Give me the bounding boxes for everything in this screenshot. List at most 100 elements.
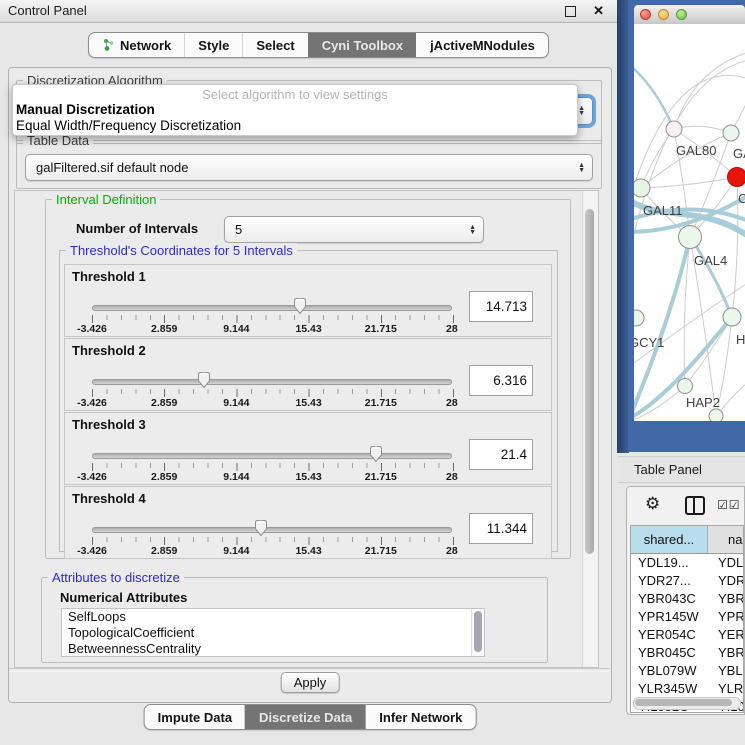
- threshold-slider[interactable]: -3.4262.8599.14415.4321.71528: [92, 515, 452, 558]
- slider-major-ticks: [92, 315, 454, 323]
- table-cell[interactable]: YPR1: [708, 608, 744, 626]
- table-cell[interactable]: YDL19...: [631, 554, 708, 572]
- attribute-list-item[interactable]: TopologicalCoefficient: [62, 625, 484, 641]
- node-label: H: [736, 332, 745, 347]
- algorithm-dropdown-popup: Select algorithm to view settings Manual…: [12, 84, 578, 136]
- table-cell[interactable]: YBR043C: [631, 590, 708, 608]
- table-cell[interactable]: YBL0: [708, 662, 744, 680]
- interval-definition-title: Interval Definition: [52, 192, 160, 207]
- slider-track[interactable]: [92, 305, 452, 311]
- network-view[interactable]: GAL80 GA C GAL11 GAL4 GCY1 H HAP2: [634, 24, 745, 421]
- checkbox-icons[interactable]: ☑☑: [717, 498, 741, 512]
- tick-label: 9.144: [223, 323, 249, 335]
- combo-spinner-icon: ▲▼: [578, 98, 585, 124]
- list-scrollbar[interactable]: [471, 609, 484, 656]
- gear-icon[interactable]: ⚙: [645, 494, 660, 514]
- table-cell[interactable]: YBL079W: [631, 662, 708, 680]
- tick-label: 21.715: [365, 397, 397, 409]
- table-cell[interactable]: YDR27...: [631, 572, 708, 590]
- numerical-attributes-list: SelfLoops TopologicalCoefficient Between…: [61, 608, 485, 657]
- attribute-list-item[interactable]: SelfLoops: [62, 609, 484, 625]
- list-scrollbar-thumb[interactable]: [474, 611, 482, 652]
- combo-spinner-icon: ▲▼: [469, 217, 476, 242]
- tick-label: 2.859: [151, 323, 177, 335]
- network-window-titlebar[interactable]: [634, 5, 745, 25]
- table-data-combo[interactable]: galFiltered.sif default node ▲▼: [25, 154, 593, 181]
- attribute-list-item[interactable]: BetweennessCentrality: [62, 641, 484, 657]
- table-cell[interactable]: YER054C: [631, 626, 708, 644]
- table-cell[interactable]: YLR345W: [631, 680, 708, 698]
- table-row[interactable]: YBR043C YBR0: [631, 590, 744, 608]
- table-row[interactable]: YER054C YER0: [631, 626, 744, 644]
- panel-scrollbar[interactable]: [582, 191, 598, 667]
- table-cell[interactable]: YPR145W: [631, 608, 708, 626]
- tab-label: Select: [256, 38, 294, 53]
- tab[interactable]: Select: [242, 33, 307, 57]
- table-row[interactable]: YDR27... YDR2: [631, 572, 744, 590]
- slider-track[interactable]: [92, 453, 452, 459]
- slider-track[interactable]: [92, 527, 452, 533]
- node-ga[interactable]: [723, 125, 739, 141]
- table-cell[interactable]: YBR045C: [631, 644, 708, 662]
- node-gal11[interactable]: [634, 179, 650, 197]
- node-hap2[interactable]: [678, 379, 693, 394]
- threshold-slider[interactable]: -3.4262.8599.14415.4321.71528: [92, 441, 452, 484]
- table-cell[interactable]: YBR0: [708, 590, 744, 608]
- table-cell[interactable]: YBR0: [708, 644, 744, 662]
- node-h[interactable]: [723, 308, 741, 326]
- network-graph[interactable]: GAL80 GA C GAL11 GAL4 GCY1 H HAP2: [634, 24, 745, 421]
- minimize-window-button[interactable]: [658, 9, 669, 20]
- settings-scroll-area: Interval Definition Number of Intervals …: [14, 190, 599, 668]
- tab[interactable]: Discretize Data: [245, 705, 365, 729]
- table-cell[interactable]: YDR2: [708, 572, 744, 590]
- threshold-value-field[interactable]: [469, 365, 533, 396]
- column-header-name[interactable]: na: [708, 526, 744, 554]
- slider-thumb[interactable]: [196, 370, 212, 389]
- close-window-button[interactable]: [640, 9, 651, 20]
- number-of-intervals-combo[interactable]: 5 ▲▼: [224, 216, 484, 243]
- tab[interactable]: Impute Data: [145, 705, 245, 729]
- table-hscrollbar[interactable]: [633, 697, 741, 710]
- dropdown-placeholder: Select algorithm to view settings: [13, 87, 577, 102]
- table-cell[interactable]: YDL1: [708, 554, 744, 572]
- table-cell[interactable]: YLR3: [708, 680, 744, 698]
- float-window-icon[interactable]: [565, 6, 576, 17]
- node-gcy1[interactable]: [634, 310, 644, 326]
- tab-label: jActiveMNodules: [430, 38, 535, 53]
- slider-thumb[interactable]: [253, 518, 269, 537]
- close-panel-icon[interactable]: ✕: [593, 0, 604, 22]
- node-gal4[interactable]: [679, 226, 702, 249]
- split-view-icon[interactable]: [685, 496, 705, 515]
- table-cell[interactable]: YER0: [708, 626, 744, 644]
- table-row[interactable]: YBR045C YBR0: [631, 644, 744, 662]
- tab[interactable]: jActiveMNodules: [416, 33, 548, 57]
- apply-button[interactable]: Apply: [281, 672, 340, 693]
- tab[interactable]: Infer Network: [365, 705, 475, 729]
- slider-track[interactable]: [92, 379, 452, 385]
- table-row[interactable]: YLR345W YLR3: [631, 680, 744, 698]
- node-bottom[interactable]: [709, 409, 723, 421]
- threshold-value-field[interactable]: [469, 439, 533, 470]
- node-selected-red[interactable]: [728, 168, 745, 187]
- slider-thumb[interactable]: [292, 296, 308, 315]
- node-gal80[interactable]: [666, 121, 682, 137]
- threshold-value-field[interactable]: [469, 291, 533, 322]
- slider-thumb[interactable]: [368, 444, 384, 463]
- table-row[interactable]: YBL079W YBL0: [631, 662, 744, 680]
- attributes-group-title: Attributes to discretize: [48, 570, 184, 585]
- table-row[interactable]: YPR145W YPR1: [631, 608, 744, 626]
- panel-scrollbar-thumb[interactable]: [585, 209, 594, 554]
- column-header-shared-name[interactable]: shared...: [631, 526, 708, 554]
- threshold-value-field[interactable]: [469, 513, 533, 544]
- table-hscrollbar-thumb[interactable]: [635, 699, 732, 706]
- table-row[interactable]: YDL19... YDL1: [631, 554, 744, 572]
- zoom-window-button[interactable]: [676, 9, 687, 20]
- algorithm-option[interactable]: Manual Discretization: [13, 102, 577, 118]
- algorithm-option[interactable]: Equal Width/Frequency Discretization: [13, 118, 577, 134]
- tab[interactable]: Cyni Toolbox: [308, 33, 416, 57]
- threshold-slider[interactable]: -3.4262.8599.14415.4321.71528: [92, 367, 452, 410]
- tab[interactable]: Network: [89, 33, 184, 57]
- tab[interactable]: Style: [184, 33, 242, 57]
- threshold-slider[interactable]: -3.4262.8599.14415.4321.71528: [92, 293, 452, 336]
- table-data-group: Table Data galFiltered.sif default node …: [16, 140, 602, 189]
